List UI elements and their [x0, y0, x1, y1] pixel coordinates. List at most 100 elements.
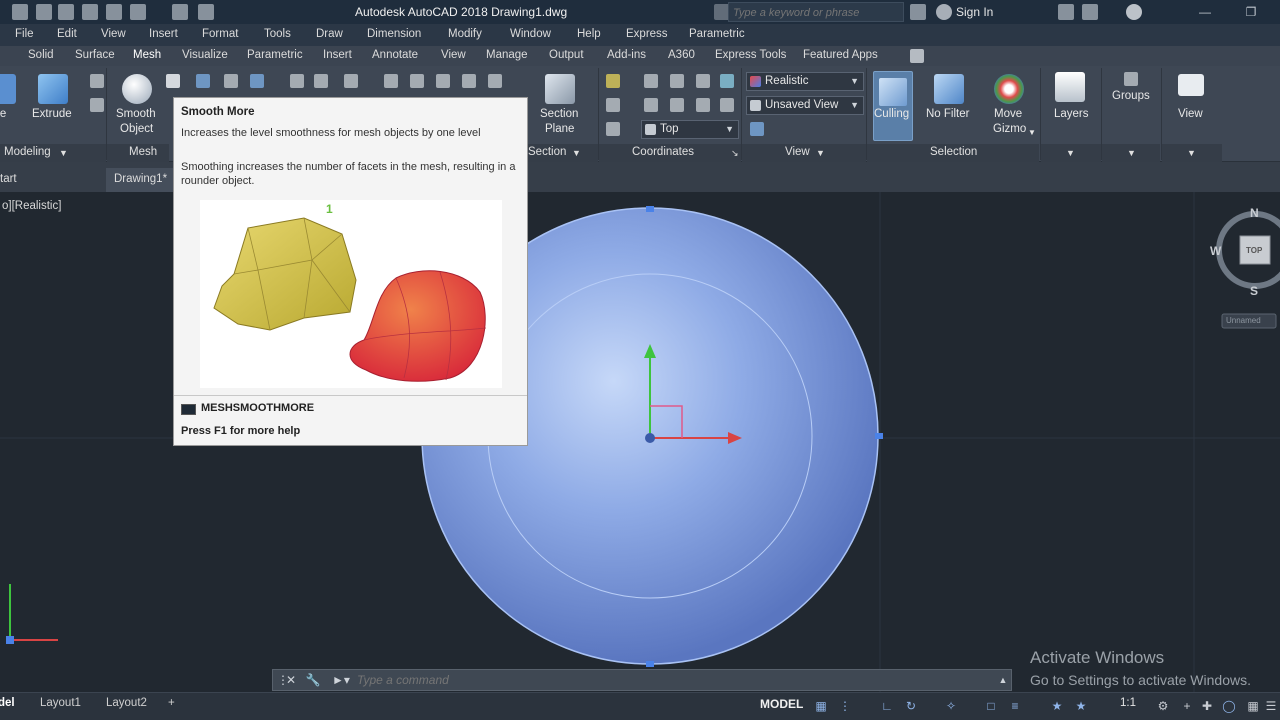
exchange-icon[interactable] — [1082, 4, 1098, 20]
mesh-extrude-face-icon[interactable] — [224, 74, 238, 88]
ucs-z-axis-icon[interactable] — [696, 74, 710, 88]
help-icon[interactable] — [1126, 4, 1142, 20]
customization-icon[interactable]: ☰ — [1264, 699, 1278, 713]
ucs-world-icon[interactable] — [644, 74, 658, 88]
undo-icon[interactable] — [130, 4, 146, 20]
viewcube-west[interactable]: W — [1210, 244, 1221, 258]
mesh-box-icon[interactable] — [250, 74, 264, 88]
restore-icon[interactable]: ❐ — [1242, 3, 1260, 21]
sign-in-button[interactable]: Sign In — [956, 5, 993, 19]
ucs-view-icon[interactable] — [720, 98, 734, 112]
hardware-acceleration-icon[interactable]: ◯ — [1222, 699, 1236, 713]
help-search-input[interactable] — [729, 4, 903, 22]
save-icon[interactable] — [82, 4, 98, 20]
binoculars-icon[interactable] — [910, 4, 926, 20]
ortho-icon[interactable]: ∟ — [880, 699, 894, 713]
mesh-convert-icon[interactable] — [410, 74, 424, 88]
groups-expand-icon[interactable]: ▼ — [1127, 148, 1136, 158]
tab-annotate[interactable]: Annotate — [372, 49, 418, 61]
mesh-move-icon[interactable] — [436, 74, 450, 88]
tab-surface[interactable]: Surface — [75, 49, 115, 61]
polysolid-icon[interactable] — [90, 74, 104, 88]
menu-format[interactable]: Format — [202, 28, 238, 40]
menu-window[interactable]: Window — [510, 28, 551, 40]
annotation-scale[interactable]: 1:1 — [1120, 697, 1136, 709]
viewport-controls-label[interactable]: o][Realistic] — [2, 200, 61, 212]
tab-mesh[interactable]: Mesh — [133, 49, 161, 61]
mesh-scale-icon[interactable] — [488, 74, 502, 88]
section-plane-icon[interactable] — [545, 74, 575, 104]
tab-a360[interactable]: A360 — [668, 49, 695, 61]
grip-top[interactable] — [646, 206, 654, 212]
groups-icon[interactable] — [1124, 72, 1138, 86]
panel-modeling-title[interactable]: Modeling — [4, 146, 51, 158]
tab-view[interactable]: View — [441, 49, 466, 61]
ucs-face-icon[interactable] — [606, 122, 620, 136]
add-layout-button[interactable]: + — [168, 697, 175, 709]
panel-coordinates-title[interactable]: Coordinates — [632, 146, 694, 158]
menu-dimension[interactable]: Dimension — [367, 28, 421, 40]
mesh-rotate-icon[interactable] — [462, 74, 476, 88]
ucs-named-icon[interactable] — [606, 98, 620, 112]
tab-visualize[interactable]: Visualize — [182, 49, 228, 61]
new-file-icon[interactable] — [36, 4, 52, 20]
tab-featured-apps[interactable]: Featured Apps — [803, 49, 878, 61]
model-space-button[interactable]: MODEL — [760, 697, 803, 711]
mesh-refine-icon[interactable] — [384, 74, 398, 88]
annotation-visibility-icon[interactable]: ★ — [1050, 699, 1064, 713]
lineweight-icon[interactable]: ≡ — [1008, 699, 1022, 713]
annotation-monitor-icon[interactable]: + — [1180, 699, 1194, 713]
help-search-box[interactable] — [728, 2, 904, 22]
panel-view-title[interactable]: View — [785, 146, 810, 158]
tab-express-tools[interactable]: Express Tools — [715, 49, 786, 61]
menu-parametric[interactable]: Parametric — [689, 28, 745, 40]
ucs-y-icon[interactable] — [670, 98, 684, 112]
ucs-dropdown[interactable]: Top ▼ — [641, 120, 739, 139]
layers-icon[interactable] — [1055, 72, 1085, 102]
modeling-expand-icon[interactable]: ▼ — [59, 148, 68, 158]
grip-bottom[interactable] — [646, 661, 654, 667]
command-history-icon[interactable]: ▲ — [995, 672, 1011, 688]
ribbon-options-icon[interactable] — [910, 49, 924, 63]
store-icon[interactable] — [1058, 4, 1074, 20]
menu-file[interactable]: File — [15, 28, 34, 40]
box-icon[interactable] — [0, 74, 16, 104]
snap-icon[interactable]: ⋮ — [838, 699, 852, 713]
layout2-tab[interactable]: Layout2 — [106, 697, 147, 709]
tab-output[interactable]: Output — [549, 49, 584, 61]
quick-access-dropdown-icon[interactable] — [198, 4, 214, 20]
ucs-origin-icon[interactable] — [670, 74, 684, 88]
mesh-primitive-icon[interactable] — [196, 74, 210, 88]
move-gizmo-dropdown-icon[interactable]: ▼ — [1028, 128, 1036, 137]
clean-screen-icon[interactable]: ▦ — [1246, 699, 1260, 713]
view-window-icon[interactable] — [1178, 74, 1204, 96]
redo-icon[interactable] — [172, 4, 188, 20]
tab-manage[interactable]: Manage — [486, 49, 528, 61]
tab-insert[interactable]: Insert — [323, 49, 352, 61]
menu-insert[interactable]: Insert — [149, 28, 178, 40]
layout1-tab[interactable]: Layout1 — [40, 697, 81, 709]
smooth-more-icon[interactable] — [166, 74, 180, 88]
menu-draw[interactable]: Draw — [316, 28, 343, 40]
smooth-object-icon[interactable] — [122, 74, 152, 104]
visual-style-dropdown[interactable]: Realistic ▼ — [746, 72, 864, 91]
menu-modify[interactable]: Modify — [448, 28, 482, 40]
tab-solid[interactable]: Solid — [28, 49, 54, 61]
ucs-icon[interactable] — [606, 74, 620, 88]
panel-selection-title[interactable]: Selection — [930, 146, 977, 158]
auto-scale-icon[interactable]: ★ — [1074, 699, 1088, 713]
polar-icon[interactable]: ↻ — [904, 699, 918, 713]
mesh-uncrease-icon[interactable] — [344, 74, 358, 88]
grid-icon[interactable]: ▦ — [814, 699, 828, 713]
culling-button[interactable] — [873, 71, 913, 141]
viewport-config-icon[interactable] — [750, 122, 764, 136]
viewcube-south[interactable]: S — [1250, 284, 1258, 298]
isolate-objects-icon[interactable]: ✚ — [1200, 699, 1214, 713]
no-filter-icon[interactable] — [934, 74, 964, 104]
menu-help[interactable]: Help — [577, 28, 601, 40]
menu-tools[interactable]: Tools — [264, 28, 291, 40]
mesh-split-icon[interactable] — [290, 74, 304, 88]
menu-view[interactable]: View — [101, 28, 126, 40]
view-expand-icon[interactable]: ▼ — [816, 148, 825, 158]
ucs-x-icon[interactable] — [644, 98, 658, 112]
